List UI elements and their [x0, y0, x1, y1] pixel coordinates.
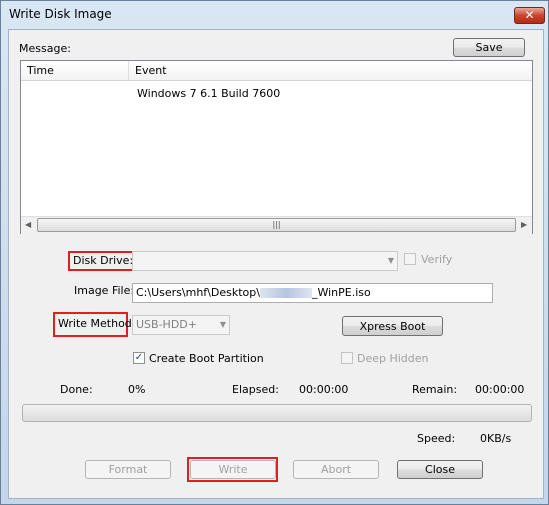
- speed-value: 0KB/s: [480, 432, 512, 445]
- scroll-right-icon[interactable]: ▶: [521, 220, 527, 229]
- abort-button[interactable]: Abort: [293, 460, 379, 479]
- write-progress-bar: [22, 404, 532, 422]
- image-file-name: _WinPE.iso: [311, 286, 371, 299]
- column-header-event[interactable]: Event: [129, 61, 532, 80]
- disk-drive-select[interactable]: ▼: [132, 251, 398, 271]
- watermark-icon: [259, 288, 312, 298]
- deep-hidden-checkbox[interactable]: [341, 352, 353, 364]
- deep-hidden-label: Deep Hidden: [357, 352, 429, 365]
- write-method-label: Write Method:: [58, 317, 136, 330]
- scroll-left-icon[interactable]: ◀: [25, 220, 31, 229]
- row-event-cell: Windows 7 6.1 Build 7600: [137, 87, 281, 100]
- close-icon: ✕: [524, 8, 535, 22]
- image-file-path: C:\Users\mhf\Desktop\: [136, 286, 260, 299]
- checkmark-icon: ✓: [134, 352, 144, 363]
- chevron-down-icon: ▼: [219, 320, 226, 329]
- write-button[interactable]: Write: [190, 460, 276, 479]
- dialog-body: Message: Save Time Event Windows 7 6.1 B…: [8, 29, 544, 499]
- elapsed-value: 00:00:00: [299, 383, 349, 396]
- write-method-value: USB-HDD+: [136, 318, 197, 331]
- xpress-boot-button[interactable]: Xpress Boot: [342, 316, 443, 336]
- disk-drive-label: Disk Drive:: [73, 254, 134, 267]
- chevron-down-icon: ▼: [387, 256, 394, 265]
- done-value: 0%: [128, 383, 146, 396]
- write-method-select[interactable]: USB-HDD+ ▼: [132, 315, 230, 335]
- done-label: Done:: [60, 383, 93, 396]
- window-title: Write Disk Image: [9, 7, 112, 21]
- title-bar[interactable]: Write Disk Image ✕: [1, 1, 548, 29]
- format-button[interactable]: Format: [85, 460, 171, 479]
- column-header-time[interactable]: Time: [21, 61, 129, 80]
- elapsed-label: Elapsed:: [232, 383, 279, 396]
- message-list-header: Time Event: [21, 61, 532, 81]
- save-button[interactable]: Save: [453, 38, 525, 57]
- create-boot-partition-label: Create Boot Partition: [149, 352, 264, 365]
- write-disk-image-window: Write Disk Image ✕ Message: Save Time Ev…: [0, 0, 549, 505]
- remain-value: 00:00:00: [475, 383, 525, 396]
- verify-checkbox[interactable]: [404, 253, 416, 265]
- close-button[interactable]: Close: [397, 460, 483, 479]
- scrollbar-thumb[interactable]: |||: [37, 218, 516, 232]
- horizontal-scrollbar[interactable]: ◀ ||| ▶: [21, 216, 532, 234]
- speed-label: Speed:: [417, 432, 456, 445]
- message-list[interactable]: Time Event Windows 7 6.1 Build 7600 ◀ ||…: [20, 60, 533, 234]
- close-window-button[interactable]: ✕: [514, 7, 545, 24]
- remain-label: Remain:: [412, 383, 458, 396]
- scroll-grip-icon: |||: [272, 220, 281, 229]
- message-label: Message:: [19, 42, 71, 55]
- image-file-input[interactable]: C:\Users\mhf\Desktop\ _WinPE.iso: [132, 283, 493, 303]
- verify-label: Verify: [421, 253, 453, 266]
- image-file-label: Image File:: [74, 284, 135, 297]
- create-boot-partition-checkbox[interactable]: ✓: [133, 352, 145, 364]
